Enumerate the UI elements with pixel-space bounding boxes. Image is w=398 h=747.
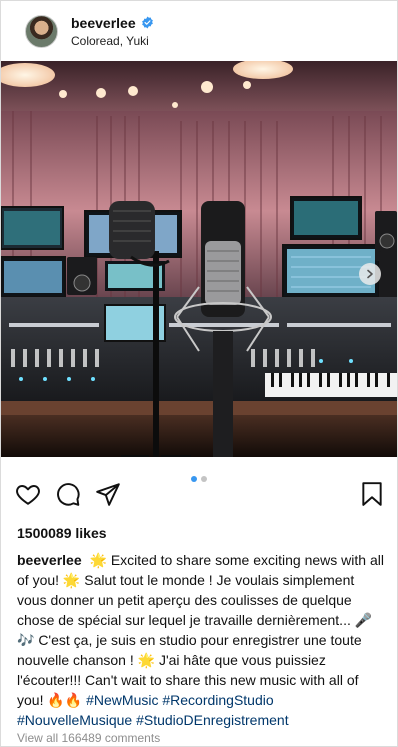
comment-icon[interactable] xyxy=(55,481,81,507)
view-all-comments-link[interactable]: View all 166489 comments xyxy=(17,731,160,745)
caption-text: 🌟 Excited to share some exciting news wi… xyxy=(17,552,384,708)
username[interactable]: beeverlee xyxy=(71,15,136,31)
bookmark-icon[interactable] xyxy=(359,481,385,507)
instagram-post: beeverlee Coloread, Yuki 1500089 likes b… xyxy=(0,0,398,747)
share-icon[interactable] xyxy=(95,481,121,507)
post-image[interactable] xyxy=(1,61,397,457)
user-info: beeverlee Coloread, Yuki xyxy=(71,15,154,48)
next-image-button[interactable] xyxy=(359,263,381,285)
studio-photo xyxy=(1,61,397,457)
caption: beeverlee 🌟 Excited to share some exciti… xyxy=(17,550,385,730)
username-row: beeverlee xyxy=(71,15,154,31)
post-header: beeverlee Coloread, Yuki xyxy=(1,1,397,61)
action-bar xyxy=(15,481,385,507)
caption-username[interactable]: beeverlee xyxy=(17,552,82,568)
heart-icon[interactable] xyxy=(15,481,41,507)
verified-badge-icon xyxy=(141,16,154,29)
likes-count[interactable]: 1500089 likes xyxy=(17,525,107,541)
location[interactable]: Coloread, Yuki xyxy=(71,34,154,48)
chevron-right-icon xyxy=(367,269,373,279)
avatar[interactable] xyxy=(25,14,58,48)
